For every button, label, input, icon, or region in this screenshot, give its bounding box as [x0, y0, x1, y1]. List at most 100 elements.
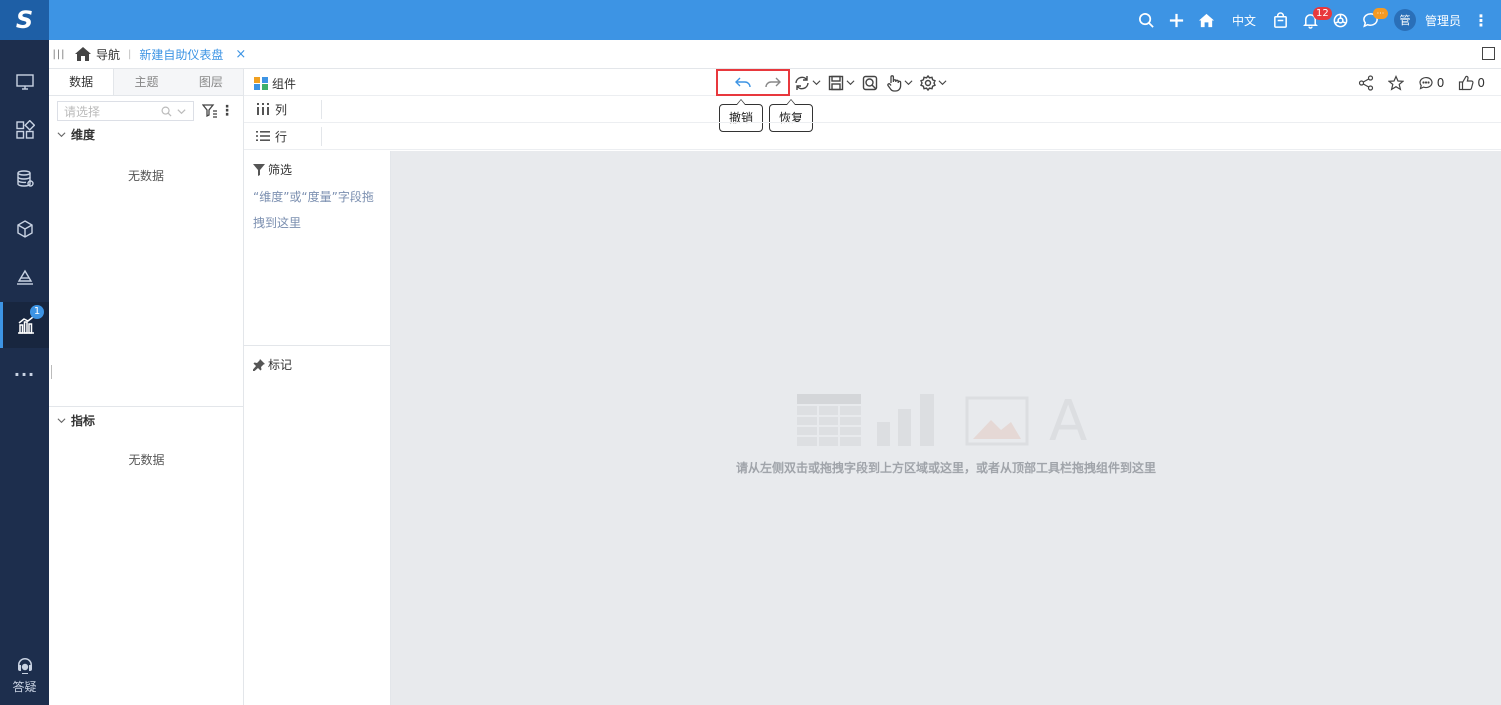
tab-layer[interactable]: 图层	[178, 69, 243, 95]
top-header: S 中文 12 ··· 管 管理员 ⋮	[0, 0, 1501, 40]
redo-icon	[765, 77, 781, 87]
more-icon[interactable]: ···	[0, 365, 49, 384]
social-actions: 0 0	[1358, 69, 1485, 96]
columns-shelf-label: 列	[244, 99, 322, 119]
sidebar-item-data[interactable]	[0, 156, 49, 202]
measure-title: 指标	[71, 413, 96, 428]
user-name[interactable]: 管理员	[1425, 12, 1461, 29]
sidebar-item-model[interactable]	[0, 206, 49, 252]
bag-icon[interactable]	[1266, 0, 1296, 40]
measure-empty: 无数据	[128, 453, 165, 467]
cube-icon	[16, 220, 33, 238]
sidebar-item-dashboard[interactable]	[0, 59, 49, 105]
support-icon[interactable]	[1326, 0, 1356, 40]
hand-pointer-icon	[887, 74, 902, 92]
editor-toolbar: 组件 0 0	[244, 69, 1501, 96]
toolbar-actions	[734, 69, 950, 96]
star-icon[interactable]	[1387, 74, 1404, 91]
headset-icon	[17, 658, 32, 674]
header-actions: 中文 12 ··· 管 管理员 ⋮	[1132, 0, 1489, 40]
preview-button[interactable]	[858, 69, 882, 96]
language-switch[interactable]: 中文	[1222, 12, 1266, 29]
save-icon	[828, 75, 844, 90]
columns-shelf[interactable]: 列	[244, 96, 1501, 123]
comment-button[interactable]: 0	[1418, 75, 1445, 91]
breadcrumb-current-tab[interactable]: 新建自助仪表盘	[139, 46, 223, 63]
redo-button[interactable]	[760, 69, 790, 96]
columns-label: 列	[275, 102, 288, 117]
filter-tree-icon[interactable]	[202, 103, 218, 119]
sidebar-item-layers[interactable]	[0, 254, 49, 300]
add-icon[interactable]	[1162, 0, 1192, 40]
component-button[interactable]: 组件	[254, 75, 296, 92]
settings-button[interactable]	[916, 69, 950, 96]
chat-badge: ···	[1372, 8, 1388, 19]
filter-title: 筛选	[268, 163, 293, 177]
rows-shelf[interactable]: 行	[244, 123, 1501, 150]
tab-data[interactable]: 数据	[49, 69, 115, 95]
maximize-icon[interactable]	[1482, 47, 1495, 60]
dashboard-canvas[interactable]: A 请从左侧双击或拖拽字段到上方区域或这里，或者从顶部工具栏拖拽组件到这里	[391, 151, 1501, 705]
dimension-empty: 无数据	[127, 169, 164, 183]
chevron-down-icon	[904, 80, 913, 86]
dimension-header[interactable]: 维度	[49, 122, 243, 146]
dimension-title: 维度	[71, 127, 96, 142]
breadcrumb-separator: |	[128, 48, 132, 60]
analysis-badge: 1	[30, 305, 44, 319]
gear-icon	[920, 74, 936, 91]
filter-panel[interactable]: 筛选 “维度”或“度量”字段拖拽到这里 标记	[244, 151, 391, 705]
comment-count: 0	[1436, 75, 1445, 90]
chevron-down-icon	[57, 417, 66, 423]
undo-button[interactable]	[734, 69, 760, 96]
panel-resize-handle[interactable]	[51, 365, 53, 379]
save-button[interactable]	[824, 69, 858, 96]
chevron-down-icon	[938, 80, 947, 86]
chevron-down-icon	[846, 80, 855, 86]
comment-icon	[1419, 76, 1433, 90]
data-panel-tabs: 数据 主题 图层	[49, 69, 243, 96]
measure-section: 指标 无数据	[49, 408, 244, 468]
dataset-select[interactable]: 请选择	[57, 101, 194, 121]
help-label: 答疑	[12, 680, 37, 694]
filter-icon	[253, 163, 265, 176]
share-icon[interactable]	[1358, 74, 1374, 91]
rows-label: 行	[275, 129, 288, 144]
marks-header: 标记	[253, 356, 292, 373]
undo-icon	[735, 77, 751, 87]
rows-shelf-label: 行	[244, 126, 322, 146]
search-icon[interactable]	[1132, 0, 1162, 40]
pin-icon	[253, 358, 265, 371]
refresh-button[interactable]	[790, 69, 824, 96]
filter-header: 筛选	[244, 151, 390, 178]
home-icon[interactable]	[1192, 0, 1222, 40]
like-button[interactable]: 0	[1458, 75, 1485, 91]
canvas-empty-hint: 请从左侧双击或拖拽字段到上方区域或这里，或者从顶部工具栏拖拽组件到这里	[735, 461, 1156, 475]
menu-grip-icon[interactable]: |||	[49, 49, 69, 60]
breadcrumb-home[interactable]: 导航	[69, 46, 120, 63]
chevron-down-icon	[57, 131, 66, 137]
tab-theme[interactable]: 主题	[114, 69, 179, 95]
close-tab-icon[interactable]: ×	[235, 47, 246, 62]
logo-text: S	[15, 6, 34, 34]
notification-icon[interactable]: 12	[1296, 0, 1332, 40]
sidebar-item-apps[interactable]	[0, 107, 49, 153]
sidebar-item-analysis[interactable]: 1	[0, 302, 49, 348]
avatar[interactable]: 管	[1393, 9, 1416, 31]
database-icon	[16, 170, 34, 187]
marks-title: 标记	[268, 358, 293, 372]
more-menu-icon[interactable]: ⋮	[1473, 11, 1489, 30]
interaction-button[interactable]	[882, 69, 916, 96]
app-logo[interactable]: S	[0, 0, 49, 40]
help-button[interactable]: 答疑	[0, 657, 49, 695]
component-icon	[254, 76, 268, 91]
more-options-icon[interactable]: ⋮	[220, 103, 234, 119]
measure-header[interactable]: 指标	[49, 408, 244, 432]
monitor-icon	[15, 74, 34, 90]
chevron-down-icon	[177, 108, 186, 114]
chat-icon[interactable]: ···	[1356, 0, 1388, 40]
search-icon	[161, 106, 172, 117]
empty-state-illustration: A	[797, 394, 1087, 446]
like-count: 0	[1477, 75, 1485, 90]
breadcrumb-home-label: 导航	[96, 47, 121, 62]
data-panel: 数据 主题 图层 请选择 ⋮ 维度 无数据 指标 无数据	[49, 69, 244, 705]
